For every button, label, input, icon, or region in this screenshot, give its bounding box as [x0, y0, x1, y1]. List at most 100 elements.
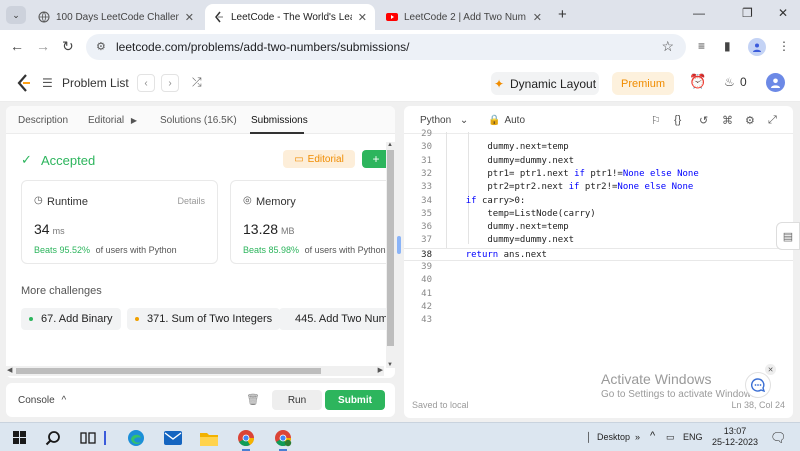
code-line[interactable]: 35 temp=ListNode(carry)	[404, 208, 793, 221]
dynamic-layout-button[interactable]: ✦ Dynamic Layout	[491, 72, 599, 95]
submit-button[interactable]: Submit	[325, 390, 385, 410]
mail-icon[interactable]	[163, 428, 183, 448]
editorial-button[interactable]: ▭ Editorial	[283, 150, 355, 168]
scroll-left-arrow-icon[interactable]: ◀	[7, 366, 12, 374]
settings-gear-icon[interactable]: ⚙	[745, 114, 755, 127]
reload-icon[interactable]: ↻	[62, 38, 74, 55]
back-arrow-icon[interactable]: ←	[10, 38, 24, 54]
challenge-chip[interactable]: 445. Add Two Num	[279, 308, 386, 330]
browser-tab-leetcode[interactable]: LeetCode - The World's Leading ✕	[205, 4, 375, 30]
restore-icon[interactable]: ❐	[742, 6, 753, 20]
code-line[interactable]: 31 dummy=dummy.next	[404, 155, 793, 168]
forward-arrow-icon[interactable]: →	[36, 38, 50, 54]
premium-button[interactable]: Premium	[612, 72, 674, 95]
auto-mode-select[interactable]: 🔒 Auto	[488, 115, 525, 126]
braces-icon[interactable]: {}	[674, 114, 681, 126]
language-select[interactable]: Python ⌄	[420, 115, 468, 126]
splitter-grip[interactable]	[397, 236, 401, 254]
console-toggle[interactable]: Console ^	[18, 395, 66, 406]
trash-icon[interactable]: 🗑	[246, 393, 260, 406]
reset-icon[interactable]: ↺	[699, 114, 708, 127]
runtime-card[interactable]: ◷ Runtime Details 34 ms Beats 95.52% of u…	[21, 180, 218, 264]
windows-start-icon[interactable]	[10, 428, 30, 448]
notes-icon[interactable]: ▤	[776, 222, 800, 250]
challenge-chip[interactable]: 67. Add Binary	[21, 308, 121, 330]
code-line[interactable]: 37 dummy=dummy.next	[404, 234, 793, 247]
code-line[interactable]: 39	[404, 261, 793, 274]
url-text[interactable]: leetcode.com/problems/add-two-numbers/su…	[116, 40, 409, 54]
shuffle-icon[interactable]: ⤮	[192, 75, 202, 90]
code-line[interactable]: 42	[404, 301, 793, 314]
tray-chevron-up-icon[interactable]: ^	[650, 430, 655, 442]
expand-icon[interactable]: ⤢	[768, 114, 777, 127]
problem-list-link[interactable]: Problem List	[62, 76, 129, 90]
code-line[interactable]: 43	[404, 314, 793, 327]
code-line[interactable]: 30 dummy.next=temp	[404, 141, 793, 154]
media-controls-icon[interactable]: ≡	[698, 39, 705, 53]
prev-problem-button[interactable]: ‹	[137, 74, 155, 92]
user-avatar[interactable]	[766, 73, 785, 92]
more-menu-icon[interactable]: ⋮	[778, 39, 790, 53]
profile-avatar[interactable]	[748, 38, 766, 56]
scroll-right-arrow-icon[interactable]: ▶	[378, 366, 383, 374]
new-tab-button[interactable]: +	[558, 6, 567, 23]
code-line[interactable]: 40	[404, 274, 793, 287]
tab-search-button[interactable]: ⌄	[6, 6, 26, 24]
challenge-chip[interactable]: 371. Sum of Two Integers	[127, 308, 281, 330]
chrome-icon[interactable]	[236, 428, 256, 451]
run-button[interactable]: Run	[272, 390, 322, 410]
bookmark-star-icon[interactable]: ☆	[661, 38, 674, 55]
tab-editorial[interactable]: Editorial ▶	[88, 115, 137, 126]
panel-splitter[interactable]	[396, 106, 404, 418]
memory-number: 13.28	[243, 221, 279, 237]
file-explorer-icon[interactable]	[199, 428, 219, 448]
desktop-toolbar[interactable]: Desktop	[597, 432, 630, 442]
close-tab-icon[interactable]: ✕	[185, 11, 194, 24]
search-icon[interactable]	[43, 428, 63, 448]
leetcode-logo-icon[interactable]	[16, 74, 32, 96]
language-indicator[interactable]: ENG	[683, 432, 703, 442]
tab-submissions[interactable]: Submissions	[251, 115, 308, 126]
side-panel-icon[interactable]: ▮	[724, 39, 731, 53]
details-link[interactable]: Details	[177, 196, 205, 206]
bookmark-icon[interactable]: ⚐	[651, 114, 661, 127]
close-tab-icon[interactable]: ✕	[358, 11, 367, 24]
close-window-icon[interactable]: ✕	[778, 6, 788, 20]
network-icon[interactable]: ▭	[666, 432, 675, 443]
vertical-scrollbar[interactable]: ▲ ▼	[386, 142, 395, 368]
timer-icon[interactable]: ⏰	[689, 73, 706, 90]
system-clock[interactable]: 13:07 25-12-2023	[712, 426, 758, 448]
minimize-icon[interactable]: —	[693, 6, 705, 20]
address-bar[interactable]: ⚙ leetcode.com/problems/add-two-numbers/…	[86, 34, 686, 60]
edge-browser-icon[interactable]	[126, 428, 146, 448]
close-tab-icon[interactable]: ✕	[533, 11, 542, 24]
fire-icon[interactable]: ♨	[724, 75, 735, 89]
code-line[interactable]: 32 ptr1= ptr1.next if ptr1!=None else No…	[404, 168, 793, 181]
close-icon[interactable]: ✕	[765, 364, 776, 375]
horizontal-scrollbar[interactable]: ◀ ▶	[6, 366, 384, 376]
code-line[interactable]: 33 ptr2=ptr2.next if ptr2!=None else Non…	[404, 181, 793, 194]
site-info-icon[interactable]: ⚙	[96, 40, 106, 53]
chat-bubble-icon[interactable]	[745, 372, 771, 398]
command-icon[interactable]: ⌘	[722, 114, 733, 127]
code-line[interactable]: 34 if carry>0:	[404, 195, 793, 208]
code-line[interactable]: 38 return ans.next	[404, 247, 793, 261]
scroll-thumb[interactable]	[16, 368, 321, 374]
scroll-up-arrow-icon[interactable]: ▲	[387, 142, 393, 148]
notification-icon[interactable]: 🗨	[770, 430, 787, 446]
desktop-chevron-icon[interactable]: »	[635, 432, 640, 442]
scroll-down-arrow-icon[interactable]: ▼	[387, 362, 393, 368]
chrome-profile-icon[interactable]	[273, 428, 293, 451]
browser-tab-youtube[interactable]: LeetCode 2 | Add Two Num ✕	[378, 4, 550, 30]
code-line[interactable]: 36 dummy.next=temp	[404, 221, 793, 234]
memory-card[interactable]: ◎ Memory 13.28 MB Beats 85.98% of users w…	[230, 180, 390, 264]
tab-solutions[interactable]: Solutions (16.5K)	[160, 115, 237, 126]
next-problem-button[interactable]: ›	[161, 74, 179, 92]
browser-tab-100-days[interactable]: 100 Days LeetCode Challenge - ✕	[30, 4, 202, 30]
code-line[interactable]: 29	[404, 128, 793, 141]
tab-description[interactable]: Description	[18, 115, 68, 126]
task-view-icon[interactable]	[78, 428, 98, 448]
code-line[interactable]: 41	[404, 288, 793, 301]
scroll-thumb[interactable]	[387, 150, 394, 346]
